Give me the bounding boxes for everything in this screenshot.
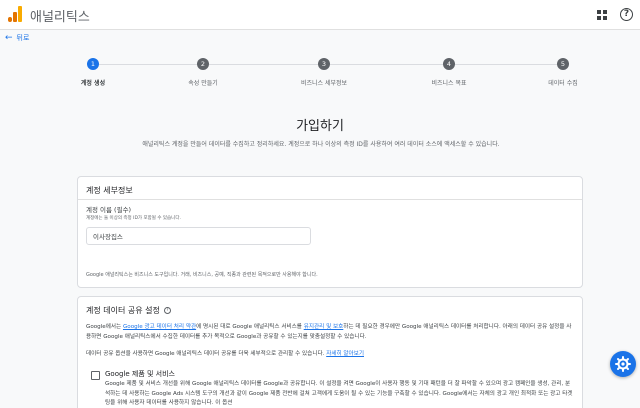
settings-gear-icon [615,356,631,372]
info-icon[interactable]: ? [163,307,171,314]
settings-fab-button[interactable] [610,351,636,377]
account-details-title: 계정 세부정보 [86,186,133,195]
arrow-back-icon: ← [5,33,13,43]
account-name-input[interactable] [86,227,311,245]
step-3-indicator: 3 [318,58,330,70]
account-name-label: 계정 이름 (필수) [86,206,132,214]
data-sharing-title: 계정 데이터 공유 설정? [86,305,171,316]
maintain-protect-link[interactable]: 유지관리 및 보호 [304,324,344,330]
business-tool-note: Google 애널리틱스는 비즈니스 도구입니다. 거래, 비즈니스, 공예, … [86,272,318,278]
account-details-card: 계정 세부정보 계정 이름 (필수) 계정에는 둘 이상의 측정 ID가 포함될… [77,176,583,288]
analytics-logo-icon[interactable] [8,6,22,22]
step-2-indicator: 2 [197,58,209,70]
top-app-bar: 애널리틱스 ? [0,0,640,30]
page-title: 가입하기 [296,119,344,134]
step-4-label: 비즈니스 목표 [431,80,467,87]
step-1-indicator: 1 [87,58,99,70]
help-icon[interactable]: ? [620,8,633,21]
data-sharing-description: Google에서는 Google 광고 데이터 처리 약관에 명시된 대로 Go… [86,324,572,340]
back-link[interactable]: ← 뒤로 [5,33,29,43]
google-products-checkbox[interactable] [91,371,100,380]
step-3-label: 비즈니스 세부정보 [300,80,348,87]
step-5-label: 데이터 수집 [548,80,578,87]
step-1-label: 계정 생성 [80,80,106,87]
setup-stepper: 1 2 3 4 5 계정 생성 속성 만들기 비즈니스 세부정보 비즈니스 목표… [0,58,640,90]
data-sharing-options-text: 데이터 공유 옵션을 사용하면 Google 애널리틱스 데이터 공유를 더욱 … [86,351,364,357]
app-title[interactable]: 애널리틱스 [30,6,90,25]
back-label: 뒤로 [16,34,30,42]
google-products-label[interactable]: Google 제품 및 서비스 [105,369,175,379]
account-name-help: 계정에는 둘 이상의 측정 ID가 포함될 수 있습니다. [86,216,181,221]
ads-data-terms-link[interactable]: Google 광고 데이터 처리 약관 [123,324,196,330]
apps-grid-icon[interactable] [597,10,607,20]
step-5-indicator: 5 [557,58,569,70]
step-4-indicator: 4 [443,58,455,70]
intro-text: 애널리틱스 계정을 만들어 데이터를 수집하고 정리하세요. 계정으로 하나 이… [142,141,500,148]
data-sharing-card: 계정 데이터 공유 설정? Google에서는 Google 광고 데이터 처리… [77,296,583,408]
learn-more-link[interactable]: 자세히 알아보기 [326,351,364,357]
step-2-label: 속성 만들기 [188,80,218,87]
google-products-description: Google 제품 및 서비스 개선을 위해 Google 애널리틱스 데이터를… [105,381,573,406]
